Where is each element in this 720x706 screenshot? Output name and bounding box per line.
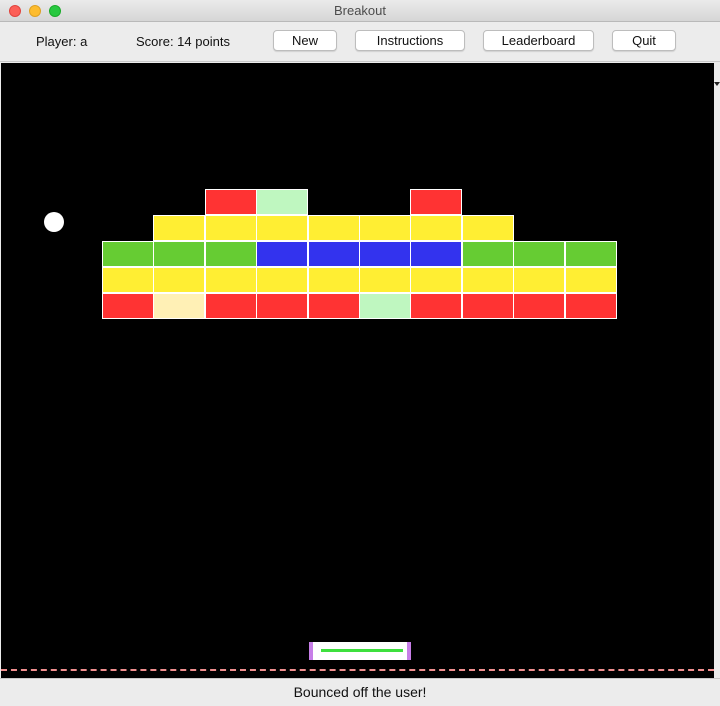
brick-yellow	[410, 267, 462, 293]
brick-red	[462, 293, 514, 319]
paddle-stripe	[321, 649, 403, 652]
brick-green	[565, 241, 617, 267]
brick-red	[102, 293, 154, 319]
brick-yellow	[205, 215, 257, 241]
brick-green	[205, 241, 257, 267]
brick-red	[256, 293, 308, 319]
player-label: Player: a	[36, 34, 88, 49]
right-edge	[714, 63, 720, 678]
instructions-button[interactable]: Instructions	[355, 30, 465, 51]
brick-yellow	[102, 267, 154, 293]
ball	[44, 212, 64, 232]
brick-light-green	[256, 189, 308, 215]
game-court[interactable]	[1, 63, 714, 678]
quit-button[interactable]: Quit	[612, 30, 676, 51]
brick-green	[462, 241, 514, 267]
brick-blue	[359, 241, 411, 267]
title-bar: Breakout	[0, 0, 720, 22]
brick-red	[565, 293, 617, 319]
bottom-boundary-line	[1, 669, 714, 671]
brick-red	[308, 293, 360, 319]
toolbar: Player: a Score: 14 points New Instructi…	[0, 22, 720, 62]
brick-red	[410, 293, 462, 319]
brick-yellow	[565, 267, 617, 293]
brick-yellow	[256, 267, 308, 293]
brick-yellow	[462, 267, 514, 293]
brick-red	[205, 293, 257, 319]
brick-yellow	[308, 215, 360, 241]
resize-arrow-icon	[714, 82, 720, 86]
brick-blue	[308, 241, 360, 267]
brick-green	[513, 241, 565, 267]
brick-blue	[410, 241, 462, 267]
brick-yellow	[410, 215, 462, 241]
brick-yellow	[513, 267, 565, 293]
brick-green	[102, 241, 154, 267]
brick-yellow	[153, 267, 205, 293]
paddle[interactable]	[309, 642, 411, 660]
brick-yellow	[308, 267, 360, 293]
brick-blue	[256, 241, 308, 267]
new-game-button[interactable]: New	[273, 30, 337, 51]
status-bar: Bounced off the user!	[0, 678, 720, 706]
window-title: Breakout	[333, 3, 387, 18]
brick-red	[513, 293, 565, 319]
score-label: Score: 14 points	[136, 34, 230, 49]
brick-yellow	[359, 215, 411, 241]
brick-light-green	[359, 293, 411, 319]
leaderboard-button[interactable]: Leaderboard	[483, 30, 594, 51]
brick-cream	[153, 293, 205, 319]
brick-yellow	[462, 215, 514, 241]
brick-red	[205, 189, 257, 215]
brick-yellow	[359, 267, 411, 293]
brick-yellow	[256, 215, 308, 241]
brick-green	[153, 241, 205, 267]
brick-yellow	[153, 215, 205, 241]
brick-yellow	[205, 267, 257, 293]
brick-red	[410, 189, 462, 215]
